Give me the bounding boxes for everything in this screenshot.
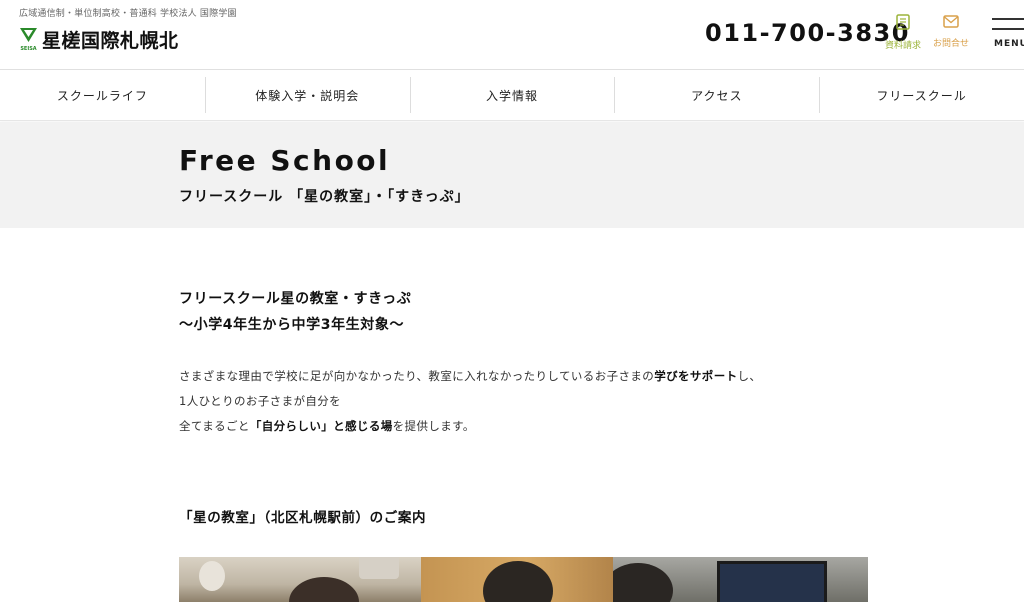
logo-text: 星槎国際札幌北 [42,29,179,52]
site-header: 広域通信制・単位制高校・普通科 学校法人 国際学園 SEISA 星槎国際札幌北 … [0,0,1024,69]
section-heading-hoshi-classroom: 「星の教室」（北区札幌駅前）のご案内 [179,510,427,526]
menu-bar-middle [992,28,1024,30]
contact-label: お問合せ [932,39,969,49]
body-text-span: し、 [737,369,762,383]
body-paragraph-1: さまざまな理由で学校に足が向かなかったり、教室に入れなかったりしているお子さまの… [179,364,761,389]
classroom-photo-2 [421,557,613,602]
menu-button[interactable]: MENU [988,14,1024,54]
document-icon [896,14,910,30]
page-subtitle: フリースクール 「星の教室」・「すきっぷ」 [179,189,470,205]
classroom-photo-1 [179,557,421,602]
page-title-band: Free School フリースクール 「星の教室」・「すきっぷ」 [0,122,1024,228]
photo-strip [179,557,868,602]
intro-heading-line2: 〜小学4年生から中学3年生対象〜 [179,317,405,333]
nav-item-admission[interactable]: 入学情報 [409,70,615,120]
body-paragraph-2: 1人ひとりのお子さまが自分を [179,394,342,408]
nav-item-school-life[interactable]: スクールライフ [0,70,205,120]
photo-detail [359,557,399,579]
body-emphasis: 「自分らしい」と感じる場 [249,419,393,433]
photo-detail [613,563,673,602]
body-paragraph-3: 全てまるごと「自分らしい」と感じる場を提供します。 [179,414,761,439]
photo-detail [199,561,225,591]
nav-item-free-school[interactable]: フリースクール [819,70,1024,120]
site-logo[interactable]: SEISA 星槎国際札幌北 [19,27,179,52]
body-text-span: さまざまな理由で学校に足が向かなかったり、教室に入れなかったりしているお子さまの [179,369,655,383]
laptop-screen [717,561,827,602]
request-documents-link[interactable]: 資料請求 [881,14,925,52]
phone-number[interactable]: 011-700-3830 [705,19,910,47]
menu-bar-top [992,18,1024,20]
mail-icon [943,15,959,28]
intro-heading: フリースクール星の教室・すきっぷ 〜小学4年生から中学3年生対象〜 [179,286,411,338]
classroom-photo-3 [613,557,868,602]
logo-mark-text: SEISA [20,46,37,52]
photo-detail [289,577,359,602]
global-nav: スクールライフ 体験入学・説明会 入学情報 アクセス フリースクール [0,69,1024,121]
intro-heading-line1: フリースクール星の教室・すきっぷ [179,291,412,307]
nav-item-open-campus[interactable]: 体験入学・説明会 [204,70,410,120]
photo-detail [483,561,553,602]
menu-label: MENU [994,39,1024,49]
header-tagline: 広域通信制・単位制高校・普通科 学校法人 国際学園 [19,9,237,19]
body-text-span: を提供します。 [392,419,475,433]
contact-link[interactable]: お問合せ [929,14,973,50]
seisa-logo-icon: SEISA [19,27,38,52]
page-title: Free School [179,144,391,177]
body-text-span: 全てまるごと [179,419,250,433]
body-emphasis: 学びをサポート [654,369,738,383]
request-documents-label: 資料請求 [884,41,921,51]
intro-body: さまざまな理由で学校に足が向かなかったり、教室に入れなかったりしているお子さまの… [179,364,761,439]
nav-item-access[interactable]: アクセス [614,70,819,120]
